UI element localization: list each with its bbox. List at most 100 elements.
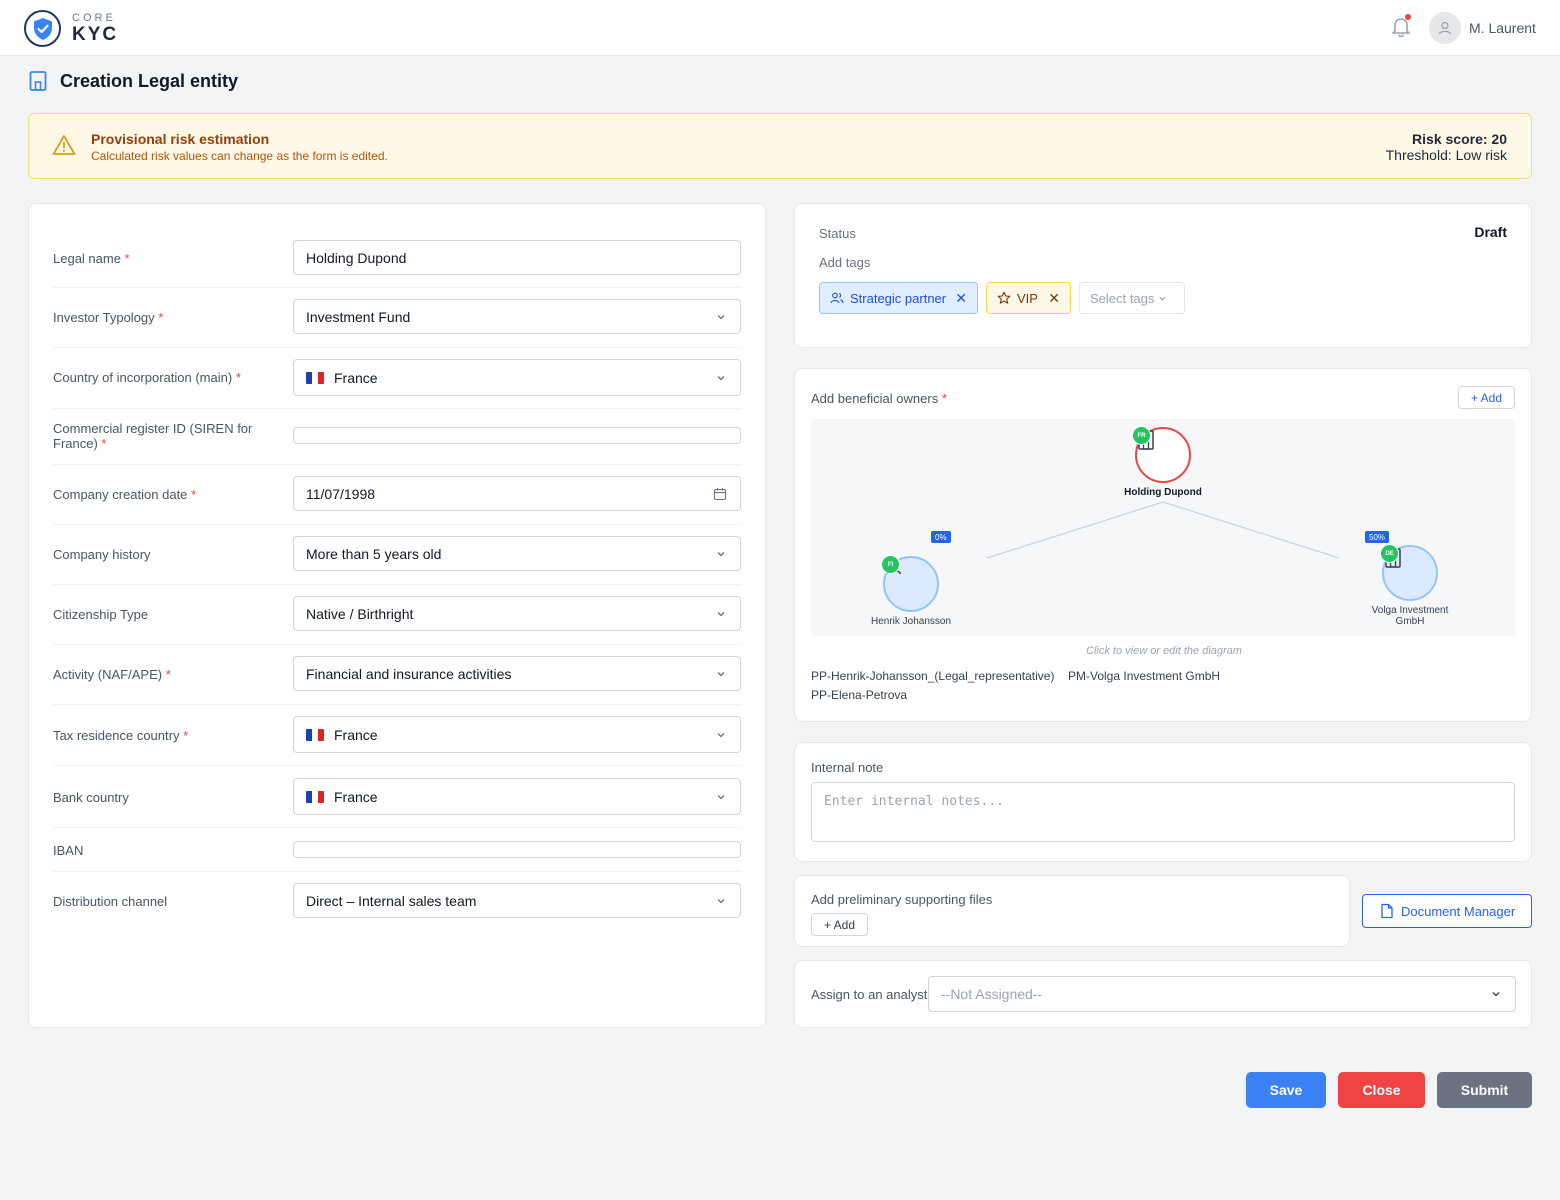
internal-note-card: Internal note	[794, 742, 1532, 862]
chevron-down-icon	[717, 732, 725, 737]
node-label: Holding Dupond	[1124, 487, 1202, 498]
owner-list-item[interactable]: PP-Elena-Petrova	[811, 688, 907, 702]
form-row-citizenship-type: Citizenship Type Native / Birthright	[53, 585, 741, 645]
form-row-commercial-register: Commercial register ID (SIREN for France…	[53, 409, 741, 465]
form-row-investor-typology: Investor Typology * Investment Fund	[53, 288, 741, 348]
warning-icon	[52, 135, 76, 155]
bank-country-label: Bank country	[53, 790, 129, 805]
logo[interactable]: CORE KYC	[24, 10, 118, 47]
user-icon	[1438, 21, 1452, 35]
chevron-down-icon	[717, 898, 725, 903]
commercial-register-label: Commercial register ID (SIREN for France…	[53, 421, 253, 451]
distribution-channel-select[interactable]: Direct – Internal sales team	[293, 883, 741, 918]
form-row-activity: Activity (NAF/APE) * Financial and insur…	[53, 645, 741, 705]
tag-label: VIP	[1017, 290, 1038, 306]
france-flag-icon	[306, 371, 324, 384]
bank-country-select[interactable]: France	[293, 778, 741, 815]
node-label: Volga Investment GmbH	[1371, 605, 1449, 627]
close-icon[interactable]: ✕	[1048, 290, 1060, 307]
chevron-down-icon	[717, 671, 725, 676]
investor-typology-label: Investor Typology *	[53, 310, 164, 325]
country-incorporation-label: Country of incorporation (main) *	[53, 370, 241, 385]
assign-analyst-card: Assign to an analyst --Not Assigned--	[794, 960, 1532, 1028]
country-incorporation-select[interactable]: France	[293, 359, 741, 396]
document-manager-button[interactable]: Document Manager	[1362, 894, 1532, 928]
form-row-distribution-channel: Distribution channel Direct – Internal s…	[53, 872, 741, 932]
risk-threshold: Threshold: Low risk	[1385, 147, 1507, 163]
calendar-icon[interactable]	[713, 487, 727, 501]
edge-right	[1162, 501, 1340, 559]
save-button[interactable]: Save	[1246, 1072, 1326, 1108]
avatar	[1429, 12, 1461, 44]
logo-kyc-text: KYC	[72, 24, 119, 45]
tag-label: Strategic partner	[850, 290, 947, 306]
star-icon	[997, 291, 1011, 304]
document-icon	[1380, 903, 1394, 919]
assign-analyst-select[interactable]: --Not Assigned--	[928, 976, 1516, 1012]
citizenship-type-select[interactable]: Native / Birthright	[293, 596, 741, 631]
risk-score: Risk score: 20	[1412, 131, 1507, 147]
user-menu[interactable]: M. Laurent	[1429, 12, 1536, 44]
owner-list-item[interactable]: PM-Volga Investment GmbH	[1068, 669, 1220, 683]
form-row-legal-name: Legal name * Holding Dupond	[53, 228, 741, 288]
commercial-register-input[interactable]	[293, 427, 741, 444]
tags-select[interactable]: Select tags	[1079, 282, 1185, 314]
legal-name-input[interactable]: Holding Dupond	[293, 240, 741, 275]
diagram-hint: Click to view or edit the diagram	[1086, 645, 1242, 657]
tag-strategic-partner[interactable]: Strategic partner ✕	[819, 282, 978, 314]
distribution-channel-label: Distribution channel	[53, 894, 168, 909]
percent-badge: 0%	[931, 531, 951, 543]
document-manager-label: Document Manager	[1401, 903, 1516, 919]
internal-note-textarea[interactable]	[811, 782, 1515, 842]
tax-residence-select[interactable]: France	[293, 716, 741, 753]
assign-analyst-label: Assign to an analyst	[811, 987, 928, 1002]
bell-icon[interactable]	[1390, 14, 1412, 39]
country-badge: DE	[1380, 544, 1399, 563]
company-history-label: Company history	[53, 547, 151, 562]
tax-residence-label: Tax residence country *	[53, 728, 189, 743]
investor-typology-select[interactable]: Investment Fund	[293, 299, 741, 334]
citizenship-type-label: Citizenship Type	[53, 607, 149, 622]
tags-label: Add tags	[819, 255, 871, 270]
banner-title: Provisional risk estimation	[91, 131, 270, 147]
banner-subtitle: Calculated risk values can change as the…	[91, 149, 388, 163]
chevron-down-icon	[717, 794, 725, 799]
creation-date-input[interactable]: 11/07/1998	[293, 476, 741, 511]
creation-date-label: Company creation date *	[53, 487, 197, 502]
owner-list-item[interactable]: PP-Henrik-Johansson_(Legal_representativ…	[811, 669, 1054, 683]
status-label: Status	[819, 226, 856, 241]
tag-vip[interactable]: VIP ✕	[986, 282, 1071, 314]
notification-dot	[1405, 14, 1411, 20]
chevron-down-icon	[717, 551, 725, 556]
status-value: Draft	[1474, 224, 1507, 240]
ownership-diagram[interactable]: FR Holding Dupond FI 0% Henrik Johansson…	[811, 419, 1515, 636]
activity-select[interactable]: Financial and insurance activities	[293, 656, 741, 691]
entity-form: Legal name * Holding Dupond Investor Typ…	[28, 203, 766, 1028]
submit-button[interactable]: Submit	[1437, 1072, 1532, 1108]
edge-left	[986, 501, 1164, 559]
building-icon	[29, 71, 47, 91]
company-history-select[interactable]: More than 5 years old	[293, 536, 741, 571]
risk-banner: Provisional risk estimation Calculated r…	[28, 113, 1532, 179]
chevron-down-icon	[717, 375, 725, 380]
percent-badge: 50%	[1365, 531, 1390, 543]
iban-input[interactable]	[293, 841, 741, 858]
internal-note-label: Internal note	[811, 760, 884, 775]
form-row-iban: IBAN	[53, 828, 741, 872]
supporting-files-label: Add preliminary supporting files	[811, 892, 993, 907]
supporting-files-card: Add preliminary supporting files + Add	[794, 875, 1350, 947]
form-row-bank-country: Bank country France	[53, 766, 741, 828]
owners-label: Add beneficial owners *	[811, 391, 947, 406]
close-button[interactable]: Close	[1338, 1072, 1425, 1108]
close-icon[interactable]: ✕	[955, 290, 967, 307]
logo-core-text: CORE	[72, 12, 116, 24]
top-bar: CORE KYC M. Laurent	[0, 0, 1560, 56]
chevron-down-icon	[1159, 296, 1166, 301]
add-owner-button[interactable]: + Add	[1458, 386, 1515, 409]
form-row-company-history: Company history More than 5 years old	[53, 525, 741, 585]
node-label: Henrik Johansson	[870, 616, 952, 627]
france-flag-icon	[306, 790, 324, 803]
france-flag-icon	[306, 728, 324, 741]
status-card: Status Draft Add tags Strategic partner …	[794, 203, 1532, 348]
add-file-button[interactable]: + Add	[811, 913, 868, 936]
